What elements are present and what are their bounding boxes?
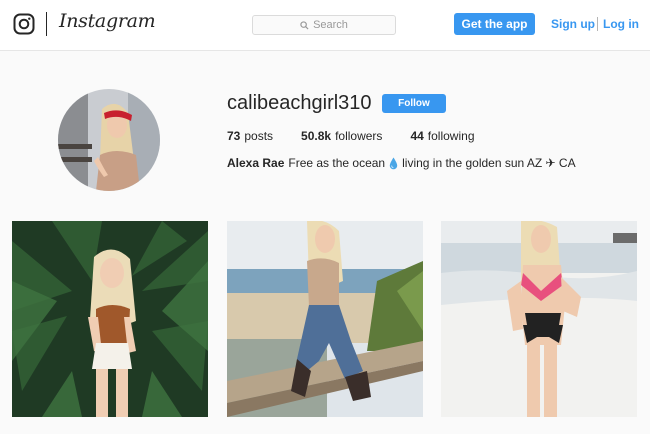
bio-full-name: Alexa Rae (227, 156, 285, 170)
stat-following-label: following (427, 129, 475, 143)
logo-divider (46, 12, 47, 36)
stat-followers-label: followers (335, 129, 383, 143)
bio-text-end: living in the golden sun AZ ✈ CA (402, 156, 576, 170)
post-thumbnail-3[interactable] (441, 221, 637, 417)
instagram-camera-icon[interactable] (13, 13, 35, 35)
get-the-app-button[interactable]: Get the app (454, 13, 535, 35)
stat-posts-label: posts (244, 129, 274, 143)
photo-palm-halter (12, 221, 208, 417)
post-thumbnail-2[interactable] (227, 221, 423, 417)
profile-username: calibeachgirl310 (227, 92, 372, 114)
search-placeholder: Search (313, 19, 348, 31)
water-drop-icon (389, 157, 398, 170)
post-thumbnail-1[interactable] (12, 221, 208, 417)
stat-followers[interactable]: 50.8k followers (301, 129, 382, 143)
profile-bio: Alexa Rae Free as the ocean living in th… (227, 156, 576, 170)
stat-following[interactable]: 44 following (410, 129, 474, 143)
sign-up-link[interactable]: Sign up (551, 17, 595, 31)
stat-followers-value: 50.8k (301, 129, 332, 143)
profile-avatar[interactable] (58, 89, 160, 191)
photo-pier-jeans (227, 221, 423, 417)
search-box[interactable]: Search (252, 15, 396, 35)
photo-beach-bikini (441, 221, 637, 417)
stat-posts-value: 73 (227, 129, 241, 143)
auth-divider (597, 17, 598, 31)
bio-text-start: Free as the ocean (288, 156, 386, 170)
instagram-wordmark[interactable]: Instagram (59, 10, 156, 32)
log-in-link[interactable]: Log in (603, 17, 639, 31)
stat-posts: 73 posts (227, 129, 273, 143)
search-icon (300, 20, 309, 30)
top-navigation-bar: Instagram Search Get the app Sign up Log… (0, 0, 650, 51)
stat-following-value: 44 (410, 129, 424, 143)
profile-stats: 73 posts 50.8k followers 44 following (227, 129, 503, 143)
follow-button[interactable]: Follow (382, 94, 446, 113)
